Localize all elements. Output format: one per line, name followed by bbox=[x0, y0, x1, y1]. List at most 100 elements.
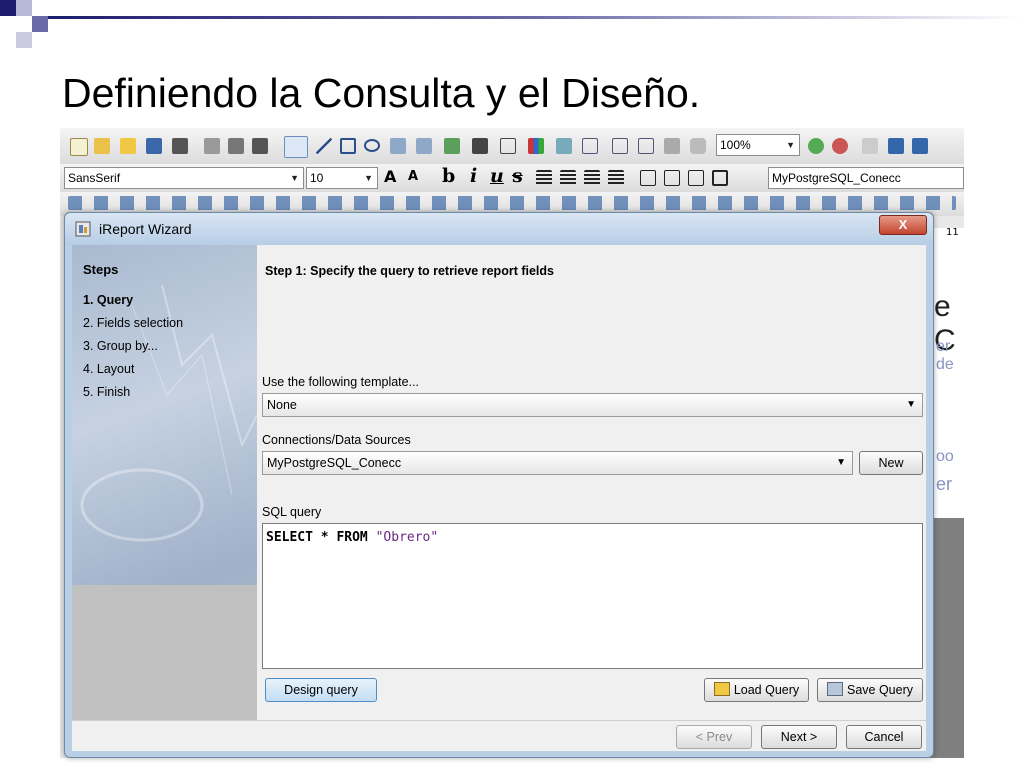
align-tools-icon bbox=[68, 196, 956, 210]
group-icon[interactable] bbox=[638, 138, 654, 154]
report-canvas: 11 e C er de oo er bbox=[930, 227, 964, 758]
tree-icon[interactable] bbox=[664, 138, 680, 154]
zoom-out-icon[interactable] bbox=[832, 138, 848, 154]
step-group-by[interactable]: 3. Group by... bbox=[83, 339, 158, 353]
step-title: Step 1: Specify the query to retrieve re… bbox=[265, 264, 554, 278]
open-icon[interactable] bbox=[120, 138, 136, 154]
font-family-value: SansSerif bbox=[68, 171, 121, 185]
decrease-font-icon[interactable]: A bbox=[408, 169, 418, 184]
frame-icon[interactable] bbox=[500, 138, 516, 154]
subreport-icon[interactable] bbox=[582, 138, 598, 154]
cut-icon[interactable] bbox=[204, 138, 220, 154]
template-select[interactable]: None ▼ bbox=[262, 393, 923, 417]
ruler-label: 11 bbox=[946, 227, 959, 238]
connections-label: Connections/Data Sources bbox=[262, 433, 411, 447]
crosstab-icon[interactable] bbox=[556, 138, 572, 154]
zoom-value: 100% bbox=[720, 138, 751, 152]
sql-table-name: "Obrero" bbox=[375, 530, 439, 545]
underline-button[interactable]: u bbox=[490, 165, 504, 187]
steps-heading: Steps bbox=[83, 262, 119, 277]
chevron-down-icon: ▼ bbox=[786, 140, 795, 150]
step-layout[interactable]: 4. Layout bbox=[83, 362, 134, 376]
chart-icon[interactable] bbox=[528, 138, 544, 154]
align-left-icon[interactable] bbox=[536, 170, 552, 186]
ireport-icon bbox=[75, 221, 91, 237]
close-button[interactable]: X bbox=[879, 215, 927, 235]
cancel-button[interactable]: Cancel bbox=[846, 725, 922, 749]
dialog-footer: < Prev Next > Cancel bbox=[72, 720, 926, 751]
canvas-text: de bbox=[936, 356, 954, 373]
chevron-down-icon: ▼ bbox=[364, 173, 373, 183]
border-icon[interactable] bbox=[712, 170, 728, 186]
rectangle-icon[interactable] bbox=[340, 138, 356, 154]
load-query-label: Load Query bbox=[733, 683, 800, 697]
main-toolbar: 100% ▼ bbox=[60, 128, 964, 165]
next-button[interactable]: Next > bbox=[761, 725, 837, 749]
new-icon[interactable] bbox=[70, 138, 88, 156]
paste-icon[interactable] bbox=[252, 138, 268, 154]
sql-query-label: SQL query bbox=[262, 505, 322, 519]
slide-title: Definiendo la Consulta y el Diseño. bbox=[62, 70, 701, 116]
close-icon: X bbox=[898, 217, 908, 232]
run-icon[interactable] bbox=[888, 138, 904, 154]
align-center-icon[interactable] bbox=[560, 170, 576, 186]
strikethrough-button[interactable]: s bbox=[512, 165, 523, 187]
deco-square-mid bbox=[16, 0, 32, 16]
zoom-in-icon[interactable] bbox=[808, 138, 824, 154]
step-query[interactable]: 1. Query bbox=[83, 293, 133, 307]
text-icon[interactable] bbox=[390, 138, 406, 154]
chevron-down-icon: ▼ bbox=[290, 173, 299, 183]
canvas-text: er bbox=[936, 338, 951, 355]
valign-top-icon[interactable] bbox=[640, 170, 656, 186]
wizard-icon[interactable] bbox=[94, 138, 110, 154]
step-content: Step 1: Specify the query to retrieve re… bbox=[257, 245, 926, 720]
font-family-select[interactable]: SansSerif ▼ bbox=[64, 167, 304, 189]
ellipse-icon[interactable] bbox=[364, 139, 380, 152]
connection-select[interactable]: MyPostgreSQL_Conecc bbox=[768, 167, 964, 189]
canvas-text: oo bbox=[936, 448, 954, 465]
save-all-icon[interactable] bbox=[172, 138, 188, 154]
copy-icon[interactable] bbox=[228, 138, 244, 154]
deco-line bbox=[48, 16, 1024, 19]
connection-value: MyPostgreSQL_Conecc bbox=[267, 456, 402, 470]
load-query-button[interactable]: Load Query bbox=[704, 678, 809, 702]
design-query-button[interactable]: Design query bbox=[265, 678, 377, 702]
line-icon[interactable] bbox=[316, 138, 332, 154]
sql-keyword: SELECT bbox=[266, 530, 313, 545]
dialog-titlebar[interactable]: iReport Wizard X bbox=[65, 213, 933, 245]
dialog-body: Steps 1. Query 2. Fields selection 3. Gr… bbox=[72, 245, 926, 751]
run-db-icon[interactable] bbox=[912, 138, 928, 154]
step-finish[interactable]: 5. Finish bbox=[83, 385, 130, 399]
band-icon[interactable] bbox=[612, 138, 628, 154]
valign-bottom-icon[interactable] bbox=[688, 170, 704, 186]
connection-select[interactable]: MyPostgreSQL_Conecc ▼ bbox=[262, 451, 853, 475]
database-icon[interactable] bbox=[690, 138, 706, 154]
field-icon[interactable] bbox=[416, 138, 432, 154]
zoom-select[interactable]: 100% ▼ bbox=[716, 134, 800, 156]
folder-icon bbox=[713, 682, 730, 696]
barcode-icon[interactable] bbox=[472, 138, 488, 154]
italic-button[interactable]: i bbox=[470, 165, 477, 187]
font-size-value: 10 bbox=[310, 171, 324, 185]
image-icon[interactable] bbox=[444, 138, 460, 154]
align-right-icon[interactable] bbox=[584, 170, 600, 186]
prev-button[interactable]: < Prev bbox=[676, 725, 752, 749]
font-size-select[interactable]: 10 ▼ bbox=[306, 167, 378, 189]
steps-panel-footer bbox=[72, 585, 257, 720]
steps-panel: Steps 1. Query 2. Fields selection 3. Gr… bbox=[72, 245, 257, 720]
align-justify-icon[interactable] bbox=[608, 170, 624, 186]
valign-middle-icon[interactable] bbox=[664, 170, 680, 186]
increase-font-icon[interactable]: A bbox=[384, 167, 396, 186]
canvas-gray-area bbox=[930, 518, 964, 758]
save-icon[interactable] bbox=[146, 138, 162, 154]
canvas-text: er bbox=[936, 474, 953, 494]
new-connection-button[interactable]: New bbox=[859, 451, 923, 475]
pointer-icon[interactable] bbox=[284, 136, 308, 158]
chevron-down-icon: ▼ bbox=[836, 457, 846, 468]
step-fields-selection[interactable]: 2. Fields selection bbox=[83, 316, 183, 330]
bold-button[interactable]: b bbox=[442, 165, 455, 187]
chevron-down-icon: ▼ bbox=[906, 399, 916, 410]
compile-icon[interactable] bbox=[862, 138, 878, 154]
sql-query-editor[interactable]: SELECT * FROM "Obrero" bbox=[262, 523, 923, 669]
save-query-button[interactable]: Save Query bbox=[817, 678, 923, 702]
